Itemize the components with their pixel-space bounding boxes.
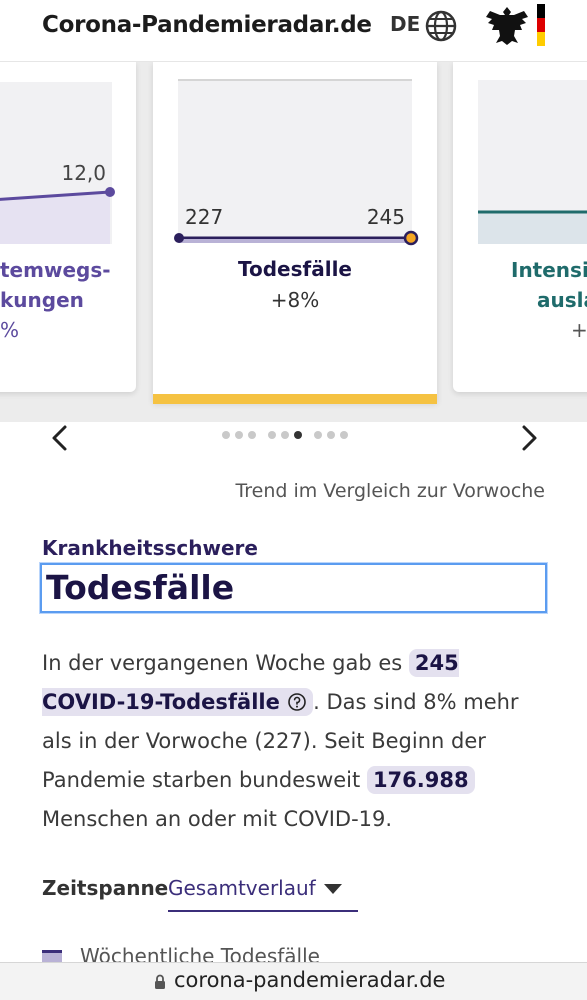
pagination-dot[interactable]	[340, 431, 348, 439]
flag-stripe-black	[537, 4, 545, 18]
chart-value-end: 245	[367, 205, 405, 229]
mini-chart-icu	[478, 80, 587, 244]
section-kicker: Krankheitsschwere	[42, 536, 258, 560]
card-change: %	[0, 318, 20, 342]
timespan-select-value: Gesamtverlauf	[168, 876, 316, 900]
card-label: Todesfälle	[238, 257, 352, 281]
lock-icon	[155, 974, 165, 989]
globe-icon[interactable]	[424, 9, 458, 43]
card-deaths[interactable]: 227 245 Todesfälle +8%	[153, 62, 437, 402]
summary-paragraph: In der vergangenen Woche gab es 245 COVI…	[42, 644, 542, 839]
pagination-dot[interactable]	[222, 431, 230, 439]
pagination-dot[interactable]	[248, 431, 256, 439]
pagination-dot[interactable]	[327, 431, 335, 439]
german-flag	[537, 4, 545, 46]
card-label-line2: ausla	[537, 288, 587, 312]
mini-chart-deaths: 227 245	[174, 79, 419, 246]
chart-value-end: 12,0	[61, 161, 106, 185]
flag-stripe-red	[537, 18, 545, 32]
pagination-dot-active[interactable]	[294, 431, 302, 439]
trend-note: Trend im Vergleich zur Vorwoche	[235, 480, 545, 502]
indicator-carousel: 12,0 temwegs- kungen % 227 245 Todesfäll…	[0, 62, 587, 422]
timespan-select[interactable]: Gesamtverlauf	[168, 876, 358, 912]
chart-point-end	[105, 187, 115, 197]
timespan-label: Zeitspanne	[42, 876, 169, 900]
chart-fill	[478, 212, 587, 244]
card-change: +	[571, 318, 587, 342]
summary-text: In der vergangenen Woche gab es	[42, 651, 409, 675]
pagination-dot[interactable]	[268, 431, 276, 439]
help-icon[interactable]	[287, 692, 307, 712]
card-label-line1: temwegs-	[0, 258, 111, 282]
pagination-dot[interactable]	[235, 431, 243, 439]
chart-fill	[179, 239, 411, 243]
pagination-dot[interactable]	[281, 431, 289, 439]
chart-fill	[0, 192, 110, 244]
page-title[interactable]: Todesfälle	[40, 563, 547, 613]
browser-url-bar[interactable]: corona-pandemieradar.de	[0, 962, 587, 1000]
selected-card-indicator	[153, 394, 437, 404]
url-text: corona-pandemieradar.de	[174, 968, 446, 992]
chart-value-start: 227	[185, 205, 223, 229]
chart-point-start	[174, 233, 184, 243]
timespan-row: Zeitspanne	[42, 876, 168, 900]
summary-text: Menschen an oder mit COVID-19.	[42, 807, 393, 831]
site-header: Corona-Pandemieradar.de DE	[0, 0, 587, 62]
site-title[interactable]: Corona-Pandemieradar.de	[42, 12, 372, 38]
card-change: +8%	[270, 288, 320, 312]
card-label-line1: Intensi	[511, 258, 587, 282]
federal-eagle-logo[interactable]	[484, 3, 530, 47]
chart-point-end	[403, 230, 419, 246]
deaths-total-chip[interactable]: 176.988	[366, 766, 475, 794]
chevron-right-icon[interactable]	[512, 420, 546, 456]
card-icu[interactable]: Intensi ausla +	[453, 62, 587, 392]
language-selector[interactable]: DE	[390, 12, 420, 36]
caret-down-icon	[324, 884, 342, 894]
card-label-line2: kungen	[0, 288, 84, 312]
chevron-left-icon[interactable]	[44, 420, 78, 456]
mini-chart-respiratory: 12,0	[0, 82, 115, 244]
card-label: temwegs- kungen	[0, 255, 136, 315]
card-respiratory[interactable]: 12,0 temwegs- kungen %	[0, 62, 136, 392]
carousel-pagination	[222, 431, 348, 439]
flag-stripe-gold	[537, 32, 545, 46]
pagination-dot[interactable]	[314, 431, 322, 439]
